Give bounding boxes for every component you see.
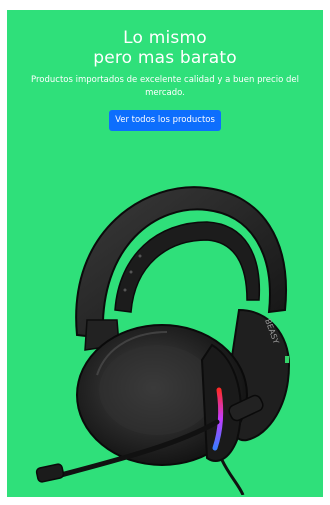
hero-banner: Lo mismo pero mas barato Productos impor… [7,10,323,497]
gaming-headset-image: BEASY [35,186,291,495]
hero-title-line-2: pero mas barato [93,48,237,68]
hero-title-line-1: Lo mismo [123,28,207,48]
hero-subtitle: Productos importados de excelente calida… [31,75,299,98]
hero-title: Lo mismo pero mas barato [7,28,323,68]
view-all-products-button[interactable]: Ver todos los productos [109,110,221,131]
